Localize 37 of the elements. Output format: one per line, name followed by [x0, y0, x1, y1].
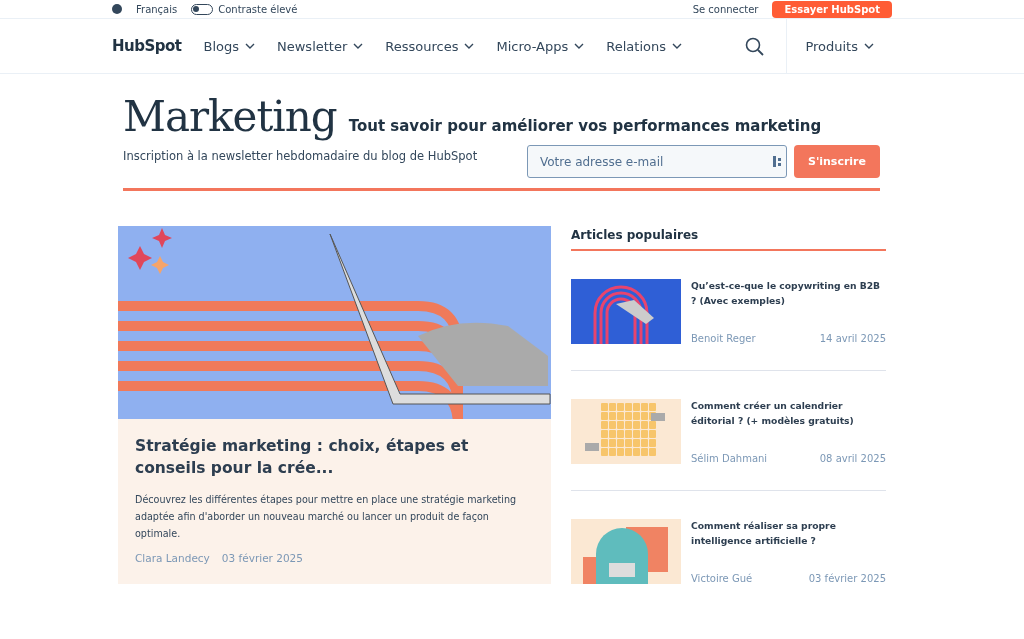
nav-menu-item[interactable]: Relations: [606, 38, 682, 54]
email-field[interactable]: Votre adresse e-mail: [526, 145, 787, 178]
page-subtitle: Tout savoir pour améliorer vos performances marketing: [348, 117, 822, 135]
chevron-down-icon: [672, 43, 682, 49]
article-date: 03 février 2025: [221, 552, 303, 565]
nav-menu-item[interactable]: Ressources: [385, 38, 475, 54]
newsletter-description: Inscription à la newsletter hebdomadaire du blog de HubSpot: [123, 148, 479, 163]
article-title[interactable]: Comment créer un calendrier éditorial ? (+ modèles gratuits): [691, 399, 886, 453]
article-title[interactable]: Comment réaliser sa propre intelligence artificielle ?: [691, 519, 886, 573]
article-date: 14 avril 2025: [819, 333, 886, 344]
featured-article-card[interactable]: [118, 226, 551, 584]
article-date: 03 février 2025: [808, 573, 886, 584]
nav-menu-item[interactable]: Micro-Apps: [496, 38, 585, 54]
featured-article-title[interactable]: Stratégie marketing : choix, étapes et conseils pour la crée...: [135, 435, 534, 480]
popular-articles-heading: Articles populaires: [571, 226, 886, 251]
article-author: Sélim Dahmani: [691, 453, 768, 464]
autofill-icon: [772, 156, 781, 167]
language-selector[interactable]: Français: [136, 3, 178, 15]
chevron-down-icon: [574, 43, 585, 49]
article-author: Benoit Reger: [691, 333, 756, 344]
chevron-down-icon: [464, 43, 475, 49]
article-date: 08 avril 2025: [819, 453, 886, 464]
article-title[interactable]: Qu’est-ce-que le copywriting en B2B ? (Avec exemples): [691, 279, 886, 333]
article-author: Clara Landecy: [135, 552, 210, 565]
login-link[interactable]: Se connecter: [692, 3, 759, 15]
contrast-label: Contraste élevé: [218, 3, 298, 15]
hubspot-logo[interactable]: HubSpot: [112, 37, 182, 55]
page-title: Marketing: [123, 92, 337, 141]
nav-menu-item[interactable]: Blogs: [203, 38, 255, 54]
chevron-down-icon: [353, 43, 364, 49]
products-menu[interactable]: Produits: [805, 38, 858, 54]
chevron-down-icon: [245, 43, 255, 49]
search-icon[interactable]: [745, 36, 765, 56]
article-author: Victoire Gué: [691, 573, 753, 584]
featured-article-excerpt: Découvrez les différentes étapes pour mettre en place une stratégie marketing adaptée afin d'aborder un nouveau marché ou lancer un produit de façon optimale.: [135, 492, 518, 541]
nav-menu-item[interactable]: Newsletter: [277, 38, 364, 54]
chevron-down-icon: [864, 43, 874, 49]
